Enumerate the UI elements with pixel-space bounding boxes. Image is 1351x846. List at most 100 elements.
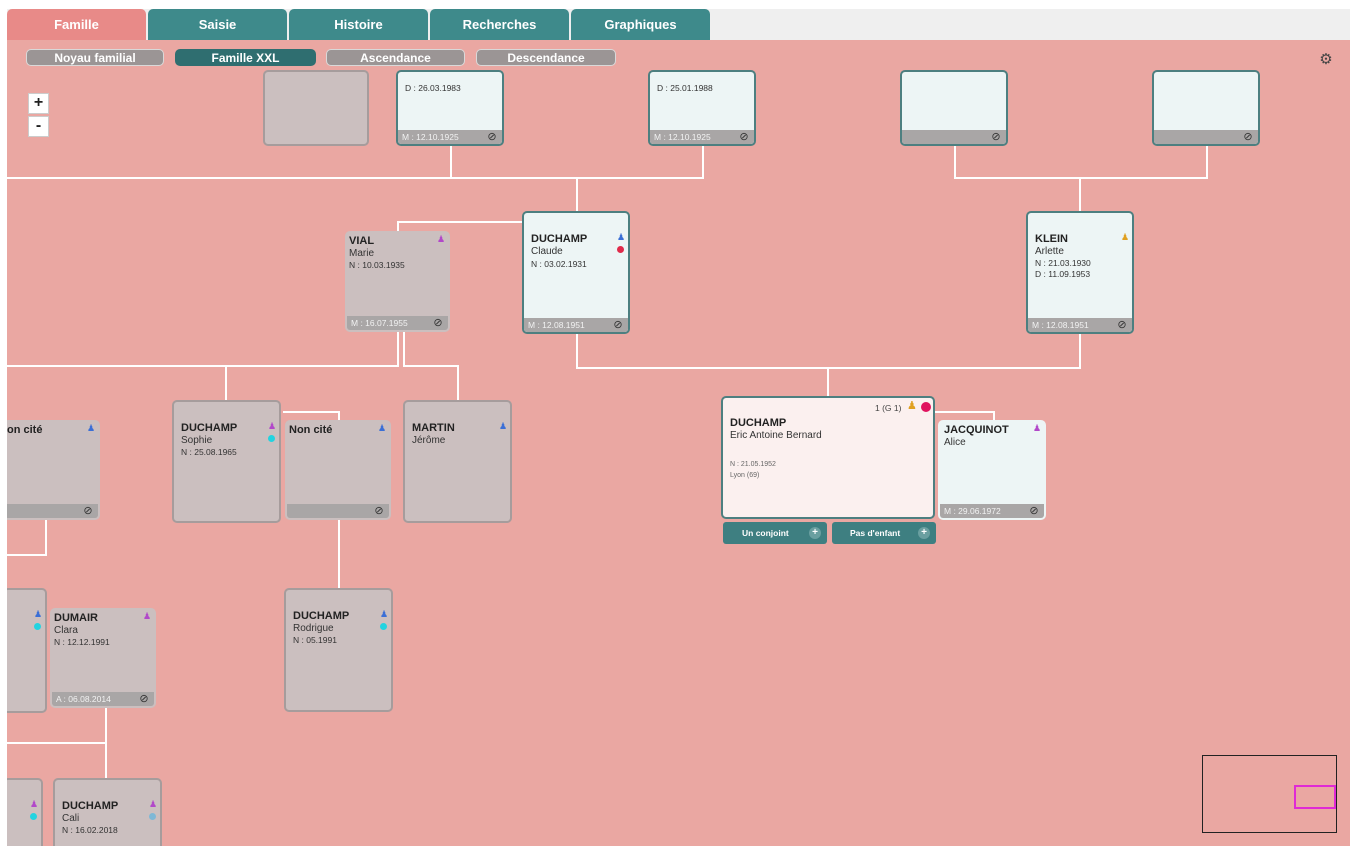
link-icon[interactable]: ⊘ (486, 131, 498, 143)
family-tree-canvas[interactable]: D : 26.03.1983 M : 12.10.1925 ⊘ D : 25.01… (7, 40, 1350, 846)
female-icon: ♟ (1033, 423, 1042, 433)
connector (397, 221, 523, 223)
add-spouse-label: Un conjoint (742, 528, 789, 538)
add-child-button[interactable]: Pas d'enfant + (832, 522, 936, 544)
card-footer: ⊘ (1154, 130, 1258, 144)
connector (576, 178, 578, 212)
link-icon[interactable]: ⊘ (432, 317, 444, 329)
person-card[interactable]: D : 25.01.1988 M : 12.10.1925 ⊘ (648, 70, 756, 146)
person-card-clara[interactable]: DUMAIR ♟ Clara N : 12.12.1991 A : 06.08.… (50, 608, 156, 708)
connector (1079, 178, 1081, 212)
gear-icon[interactable]: ⚙ (1318, 52, 1334, 68)
link-icon[interactable]: ⊘ (82, 505, 94, 517)
plus-icon: + (809, 527, 821, 539)
person-card[interactable]: ⊘ (1152, 70, 1260, 146)
connector (450, 146, 452, 178)
tab-saisie[interactable]: Saisie (148, 9, 287, 40)
birth-date: N : 21.05.1952 (730, 461, 776, 468)
person-card[interactable]: on cité ♟ ⊘ (7, 420, 100, 520)
person-card-sophie[interactable]: DUCHAMP ♟ Sophie N : 25.08.1965 (172, 400, 281, 523)
link-icon[interactable]: ⊘ (612, 319, 624, 331)
person-surname: KLEIN (1035, 233, 1068, 245)
person-card[interactable] (263, 70, 369, 146)
connector (7, 177, 704, 179)
connector (105, 708, 107, 780)
person-card[interactable]: ♟ (7, 588, 47, 713)
connector (7, 554, 47, 556)
connector (954, 146, 956, 178)
connector (403, 332, 405, 366)
main-person-card[interactable]: 1 (G 1) ♟ DUCHAMP Eric Antoine Bernard N… (721, 396, 935, 519)
person-surname: DUCHAMP (730, 417, 787, 429)
status-dot (149, 813, 156, 820)
person-icon: ♟ (907, 400, 917, 412)
person-card[interactable]: D : 26.03.1983 M : 12.10.1925 ⊘ (396, 70, 504, 146)
person-card-alice[interactable]: JACQUINOT ♟ Alice M : 29.06.1972 ⊘ (938, 420, 1046, 520)
person-firstname: Jérôme (412, 435, 446, 446)
marriage-date: M : 16.07.1955 (351, 318, 408, 328)
status-dot (380, 623, 387, 630)
card-footer: M : 12.10.1925 ⊘ (398, 130, 502, 144)
connector (225, 366, 227, 400)
link-icon[interactable]: ⊘ (1116, 319, 1128, 331)
person-firstname: Clara (54, 625, 78, 636)
female-icon: ♟ (30, 799, 39, 809)
link-icon[interactable]: ⊘ (138, 693, 150, 705)
person-surname: DUCHAMP (531, 233, 588, 245)
link-icon[interactable]: ⊘ (738, 131, 750, 143)
minimap-viewport[interactable] (1294, 785, 1336, 809)
link-icon[interactable]: ⊘ (373, 505, 385, 517)
link-icon[interactable]: ⊘ (1028, 505, 1040, 517)
person-card[interactable]: ⊘ (900, 70, 1008, 146)
person-card-klein[interactable]: KLEIN ♟ Arlette N : 21.03.1930 D : 11.09… (1026, 211, 1134, 334)
card-footer: A : 06.08.2014 ⊘ (52, 692, 154, 706)
connector (1079, 334, 1081, 368)
male-icon: ♟ (617, 232, 626, 242)
connector (702, 146, 704, 178)
link-icon[interactable]: ⊘ (1242, 131, 1254, 143)
connector (7, 742, 107, 744)
person-card[interactable]: Non cité ♟ ⊘ (285, 420, 391, 520)
connector (935, 411, 995, 413)
person-firstname: Arlette (1035, 246, 1064, 257)
status-dot (34, 623, 41, 630)
connector (403, 365, 459, 367)
person-surname: MARTIN (412, 422, 455, 434)
birth-date: N : 10.03.1935 (349, 260, 405, 270)
subtab-ascendance[interactable]: Ascendance (326, 49, 465, 66)
subtab-famille-xxl[interactable]: Famille XXL (175, 49, 316, 66)
subtab-descendance[interactable]: Descendance (476, 49, 616, 66)
zoom-in-button[interactable]: + (28, 93, 49, 114)
birth-date: N : 21.03.1930 (1035, 258, 1091, 268)
death-date: D : 25.01.1988 (657, 83, 713, 93)
person-card-vial[interactable]: VIAL ♟ Marie N : 10.03.1935 M : 16.07.19… (345, 231, 450, 332)
birth-date: N : 12.12.1991 (54, 637, 110, 647)
birth-date: N : 03.02.1931 (531, 259, 587, 269)
person-card-martin[interactable]: MARTIN ♟ Jérôme (403, 400, 512, 523)
person-surname: DUCHAMP (62, 800, 119, 812)
death-date: D : 26.03.1983 (405, 83, 461, 93)
link-icon[interactable]: ⊘ (990, 131, 1002, 143)
person-card-claude[interactable]: DUCHAMP ♟ Claude N : 03.02.1931 M : 12.0… (522, 211, 630, 334)
tab-famille[interactable]: Famille (7, 9, 146, 40)
male-icon: ♟ (380, 609, 389, 619)
person-card-cali[interactable]: DUCHAMP ♟ Cali N : 16.02.2018 (53, 778, 162, 846)
zoom-out-button[interactable]: - (28, 116, 49, 137)
plus-icon: + (918, 527, 930, 539)
tab-recherches[interactable]: Recherches (430, 9, 569, 40)
person-firstname: Marie (349, 248, 375, 259)
marriage-date: M : 29.06.1972 (944, 506, 1001, 516)
person-card[interactable]: ♟ (7, 778, 43, 846)
add-child-label: Pas d'enfant (850, 528, 901, 538)
tab-histoire[interactable]: Histoire (289, 9, 428, 40)
person-card-rodrigue[interactable]: DUCHAMP ♟ Rodrigue N : 05.1991 (284, 588, 393, 712)
card-footer: ⊘ (7, 504, 98, 518)
add-spouse-button[interactable]: Un conjoint + (723, 522, 827, 544)
subtab-noyau-familial[interactable]: Noyau familial (26, 49, 164, 66)
tab-graphiques[interactable]: Graphiques (571, 9, 710, 40)
connector (457, 366, 459, 400)
male-icon: ♟ (34, 609, 43, 619)
death-date: D : 11.09.1953 (1035, 269, 1091, 279)
person-firstname: Sophie (181, 435, 213, 446)
female-icon: ♟ (143, 611, 152, 621)
